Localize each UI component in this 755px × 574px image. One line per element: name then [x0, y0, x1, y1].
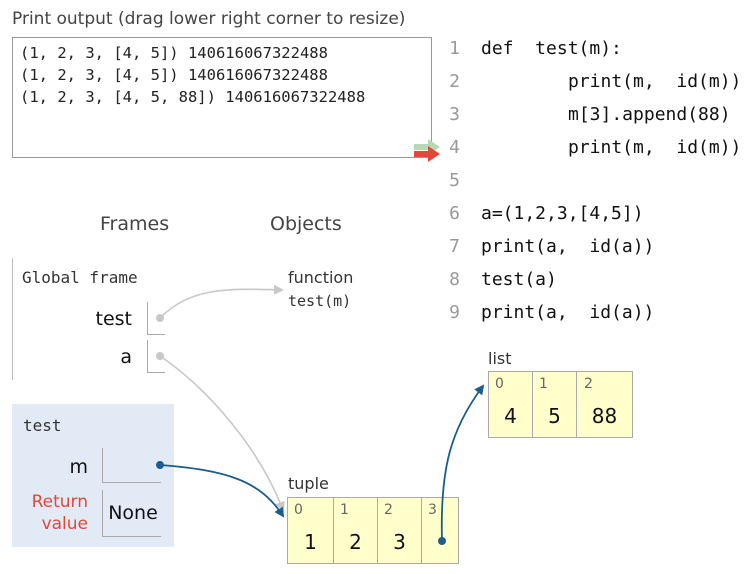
pointer-a-tuple — [159, 355, 285, 512]
pointer-test-function — [159, 284, 284, 319]
pointer-arrows — [156, 139, 485, 545]
pointer-tuple-list — [440, 384, 485, 542]
